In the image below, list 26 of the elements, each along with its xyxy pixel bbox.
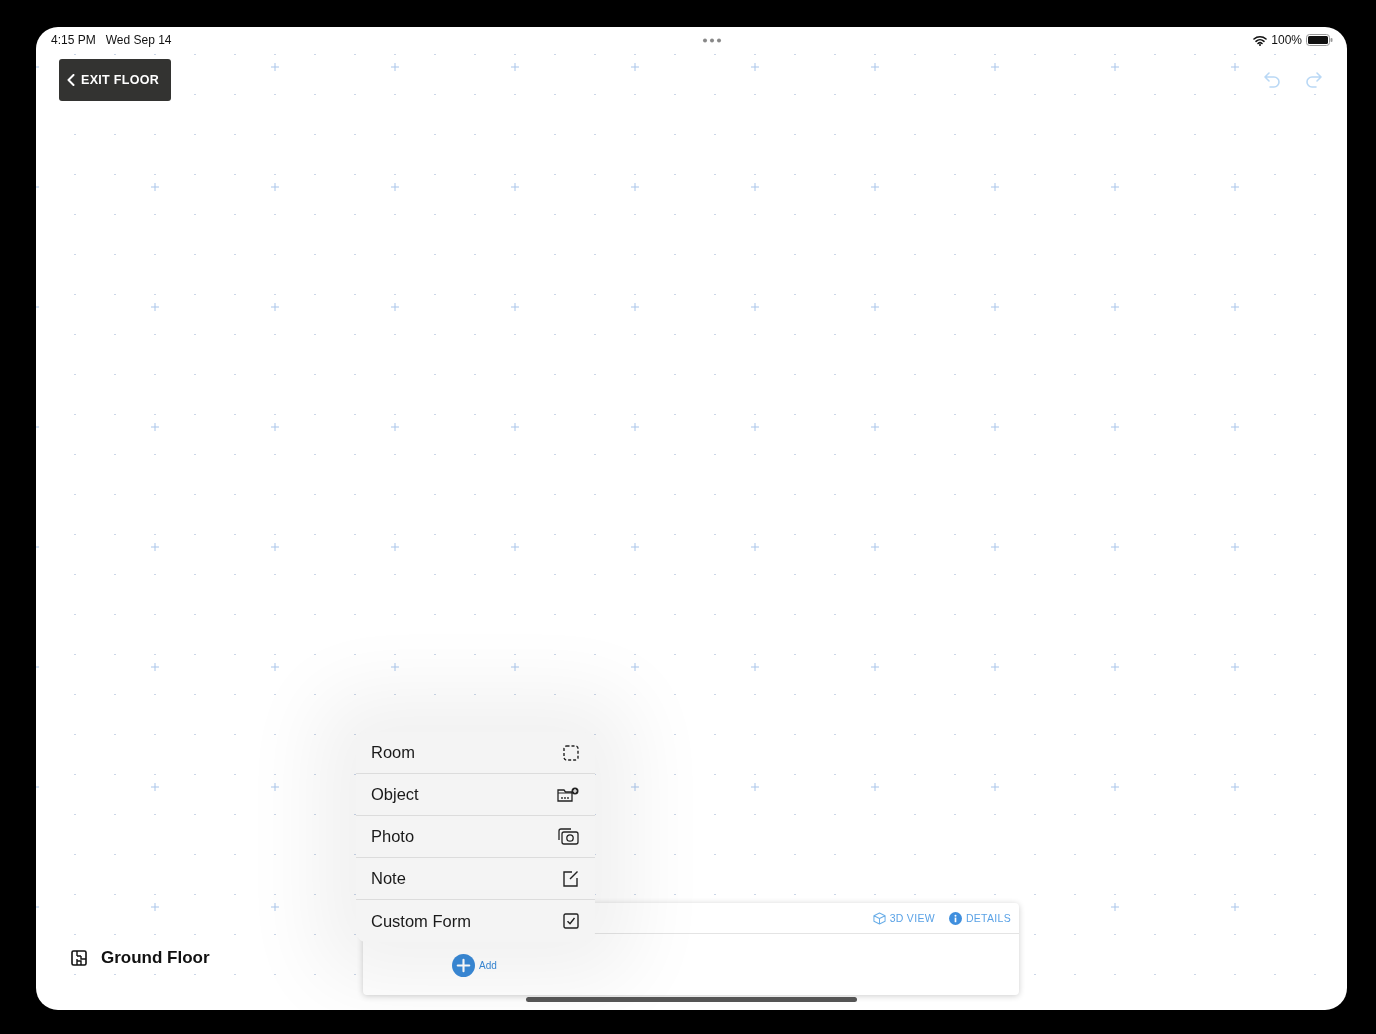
floor-name: Ground Floor [101, 948, 210, 968]
plus-circle-icon [452, 954, 475, 977]
folder-plus-icon [557, 786, 579, 803]
checkbox-icon [563, 913, 579, 929]
dashed-square-icon [563, 744, 579, 761]
menu-item[interactable]: Object [356, 774, 595, 816]
menu-item[interactable]: Note [356, 858, 595, 900]
edit-note-icon [562, 870, 579, 887]
wifi-icon [1253, 34, 1268, 46]
floor-plan-icon [71, 950, 87, 966]
menu-item[interactable]: Room [356, 732, 595, 774]
status-time: 4:15 PM [51, 33, 96, 47]
battery-percent: 100% [1271, 33, 1302, 47]
exit-floor-button[interactable]: EXIT FLOOR [59, 59, 171, 101]
info-icon [948, 911, 962, 925]
status-date: Wed Sep 14 [105, 33, 172, 47]
more-dots-icon[interactable] [702, 37, 723, 43]
chevron-left-icon [67, 74, 75, 86]
camera-icon [557, 828, 579, 845]
undo-icon[interactable] [1263, 71, 1281, 89]
menu-item[interactable]: Custom Form [356, 900, 595, 942]
battery-icon [1306, 34, 1333, 46]
menu-item[interactable]: Photo [356, 816, 595, 858]
redo-icon[interactable] [1305, 71, 1323, 89]
cube-icon [872, 911, 886, 925]
add-button[interactable]: Add [452, 954, 497, 977]
